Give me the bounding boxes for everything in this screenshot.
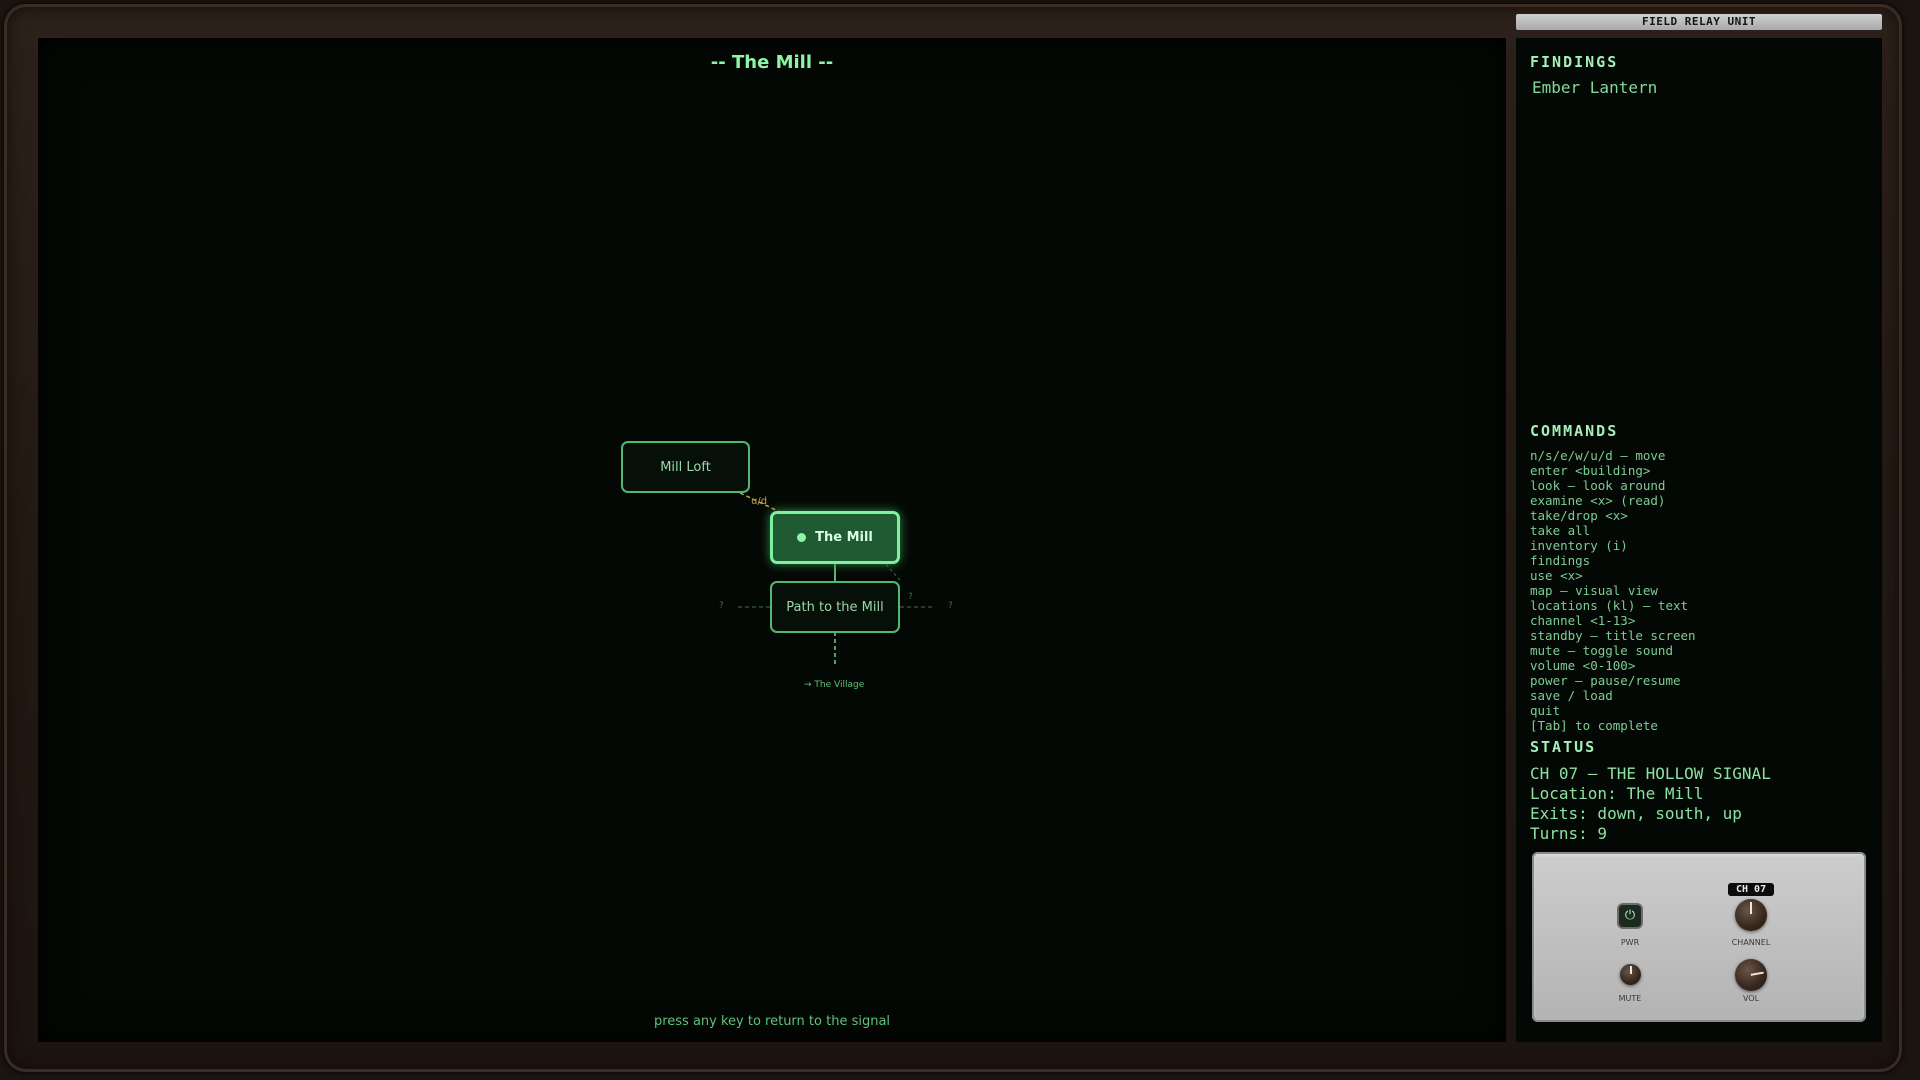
status-exits: Exits: down, south, up bbox=[1530, 804, 1742, 823]
command-item: look — look around bbox=[1530, 478, 1666, 493]
command-item: n/s/e/w/u/d — move bbox=[1530, 448, 1666, 463]
command-item: standby — title screen bbox=[1530, 628, 1696, 643]
command-item: findings bbox=[1530, 553, 1591, 568]
commands-list: n/s/e/w/u/d — move enter <building> look… bbox=[1530, 448, 1696, 733]
room-the-mill-current[interactable]: The Mill bbox=[770, 511, 900, 564]
command-item: volume <0-100> bbox=[1530, 658, 1636, 673]
mute-knob-indicator bbox=[1629, 965, 1632, 975]
status-location: Location: The Mill bbox=[1530, 784, 1704, 803]
field-relay-label: FIELD RELAY UNIT bbox=[1516, 14, 1882, 30]
finding-item: Ember Lantern bbox=[1532, 78, 1658, 97]
command-item: inventory (i) bbox=[1530, 538, 1628, 553]
status-channel: CH 07 — THE HOLLOW SIGNAL bbox=[1530, 764, 1771, 783]
unknown-exit-west: ? bbox=[719, 601, 724, 611]
updown-label: u/d bbox=[751, 496, 768, 507]
sidebar: FINDINGS Ember Lantern COMMANDS n/s/e/w/… bbox=[1516, 38, 1882, 1042]
channel-badge: CH 07 bbox=[1728, 883, 1775, 896]
room-label: Path to the Mill bbox=[786, 599, 884, 615]
command-item: locations (kl) — text bbox=[1530, 598, 1689, 613]
exit-label-village: → The Village bbox=[804, 680, 865, 690]
command-item: examine <x> (read) bbox=[1530, 493, 1666, 508]
power-button[interactable]: ⏻ bbox=[1619, 905, 1641, 927]
current-location-dot bbox=[797, 533, 807, 542]
commands-header: COMMANDS bbox=[1530, 422, 1619, 440]
command-item: channel <1-13> bbox=[1530, 613, 1636, 628]
pwr-label: PWR bbox=[1620, 938, 1640, 947]
command-item: map — visual view bbox=[1530, 583, 1658, 598]
room-mill-loft[interactable]: Mill Loft bbox=[621, 441, 750, 493]
room-label: Mill Loft bbox=[660, 459, 711, 475]
command-item: take all bbox=[1530, 523, 1591, 538]
control-panel: ⏻ PWR CH 07 CHANNEL MUTE VOL bbox=[1532, 852, 1866, 1022]
channel-knob[interactable] bbox=[1735, 899, 1767, 931]
command-item: power — pause/resume bbox=[1530, 673, 1681, 688]
power-icon: ⏻ bbox=[1624, 908, 1636, 923]
status-turns: Turns: 9 bbox=[1530, 824, 1608, 843]
status-header: STATUS bbox=[1530, 738, 1597, 756]
map-screen: -- The Mill -- Mill Loft u/d The Mill Pa… bbox=[38, 38, 1506, 1042]
command-item: quit bbox=[1530, 703, 1561, 718]
vol-label: VOL bbox=[1742, 994, 1760, 1003]
mute-knob[interactable] bbox=[1620, 964, 1641, 985]
volume-knob-indicator bbox=[1750, 971, 1764, 976]
findings-header: FINDINGS bbox=[1530, 53, 1619, 71]
command-item: [Tab] to complete bbox=[1530, 718, 1658, 733]
volume-knob[interactable] bbox=[1735, 959, 1767, 991]
command-item: save / load bbox=[1530, 688, 1613, 703]
room-path-to-the-mill[interactable]: Path to the Mill bbox=[770, 581, 900, 633]
command-item: enter <building> bbox=[1530, 463, 1651, 478]
command-item: take/drop <x> bbox=[1530, 508, 1628, 523]
channel-knob-indicator bbox=[1750, 901, 1752, 915]
unknown-exit-east: ? bbox=[948, 601, 953, 611]
unknown-exit-northeast: ? bbox=[908, 592, 913, 602]
channel-label: CHANNEL bbox=[1731, 938, 1771, 947]
map-footer-hint: press any key to return to the signal bbox=[653, 1014, 891, 1029]
command-item: mute — toggle sound bbox=[1530, 643, 1673, 658]
room-label: The Mill bbox=[815, 530, 873, 545]
command-item: use <x> bbox=[1530, 568, 1583, 583]
status-block: CH 07 — THE HOLLOW SIGNAL Location: The … bbox=[1530, 764, 1771, 844]
mute-label: MUTE bbox=[1618, 994, 1642, 1003]
